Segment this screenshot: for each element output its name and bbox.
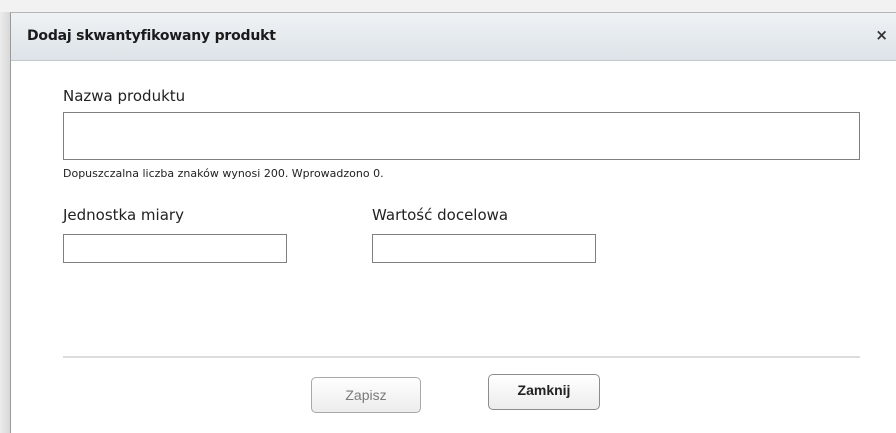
page-left-edge (0, 12, 10, 433)
unit-input[interactable] (63, 234, 287, 263)
unit-label: Jednostka miary (63, 206, 184, 224)
add-product-dialog: Dodaj skwantyfikowany produkt × Nazwa pr… (10, 12, 896, 433)
page-background (0, 0, 896, 12)
close-button[interactable]: Zamknij (488, 374, 600, 410)
target-value-input[interactable] (372, 234, 596, 263)
footer-divider (63, 356, 860, 358)
target-value-label: Wartość docelowa (372, 206, 509, 224)
save-button[interactable]: Zapisz (311, 377, 421, 413)
product-name-input[interactable] (63, 112, 860, 160)
dialog-title: Dodaj skwantyfikowany produkt (27, 28, 276, 44)
char-count-hint: Dopuszczalna liczba znaków wynosi 200. W… (63, 167, 384, 180)
close-icon[interactable]: × (875, 26, 888, 44)
dialog-titlebar: Dodaj skwantyfikowany produkt × (11, 13, 896, 61)
product-name-label: Nazwa produktu (63, 87, 186, 105)
